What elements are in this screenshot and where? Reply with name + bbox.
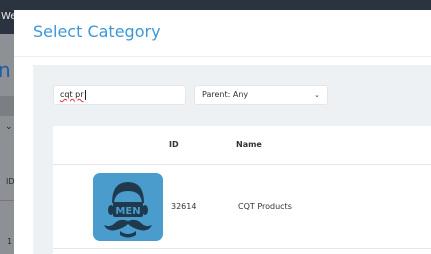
category-table: ID Name MEN 32614 CQT Products <box>53 126 431 254</box>
modal-header-divider <box>14 56 431 57</box>
modal-body-panel: cqt pr Parent: Any ⌄ ID Name MEN 32614 C… <box>33 65 431 254</box>
column-header-name: Name <box>236 140 262 149</box>
text-caret <box>84 89 86 100</box>
category-thumbnail: MEN <box>93 173 163 241</box>
category-name: CQT Products <box>238 202 292 211</box>
search-input[interactable]: cqt pr <box>53 85 186 105</box>
modal-title: Select Category <box>33 22 161 41</box>
table-row-divider <box>53 248 431 249</box>
column-header-id: ID <box>169 140 179 149</box>
background-heading-fragment: n <box>0 58 11 82</box>
parent-filter-select[interactable]: Parent: Any ⌄ <box>194 85 328 105</box>
chevron-down-icon: ⌄ <box>5 122 13 132</box>
search-input-value: cqt pr <box>60 90 84 99</box>
chevron-down-icon: ⌄ <box>314 91 320 99</box>
parent-filter-label: Parent: Any <box>202 90 249 99</box>
svg-text:MEN: MEN <box>115 206 140 217</box>
select-category-modal: Select Category cqt pr Parent: Any ⌄ ID … <box>14 10 431 254</box>
category-id: 32614 <box>171 202 197 211</box>
mustache-man-icon: MEN <box>104 182 152 238</box>
background-row-value: 1 <box>7 237 13 246</box>
table-row[interactable]: MEN 32614 CQT Products <box>53 165 431 249</box>
